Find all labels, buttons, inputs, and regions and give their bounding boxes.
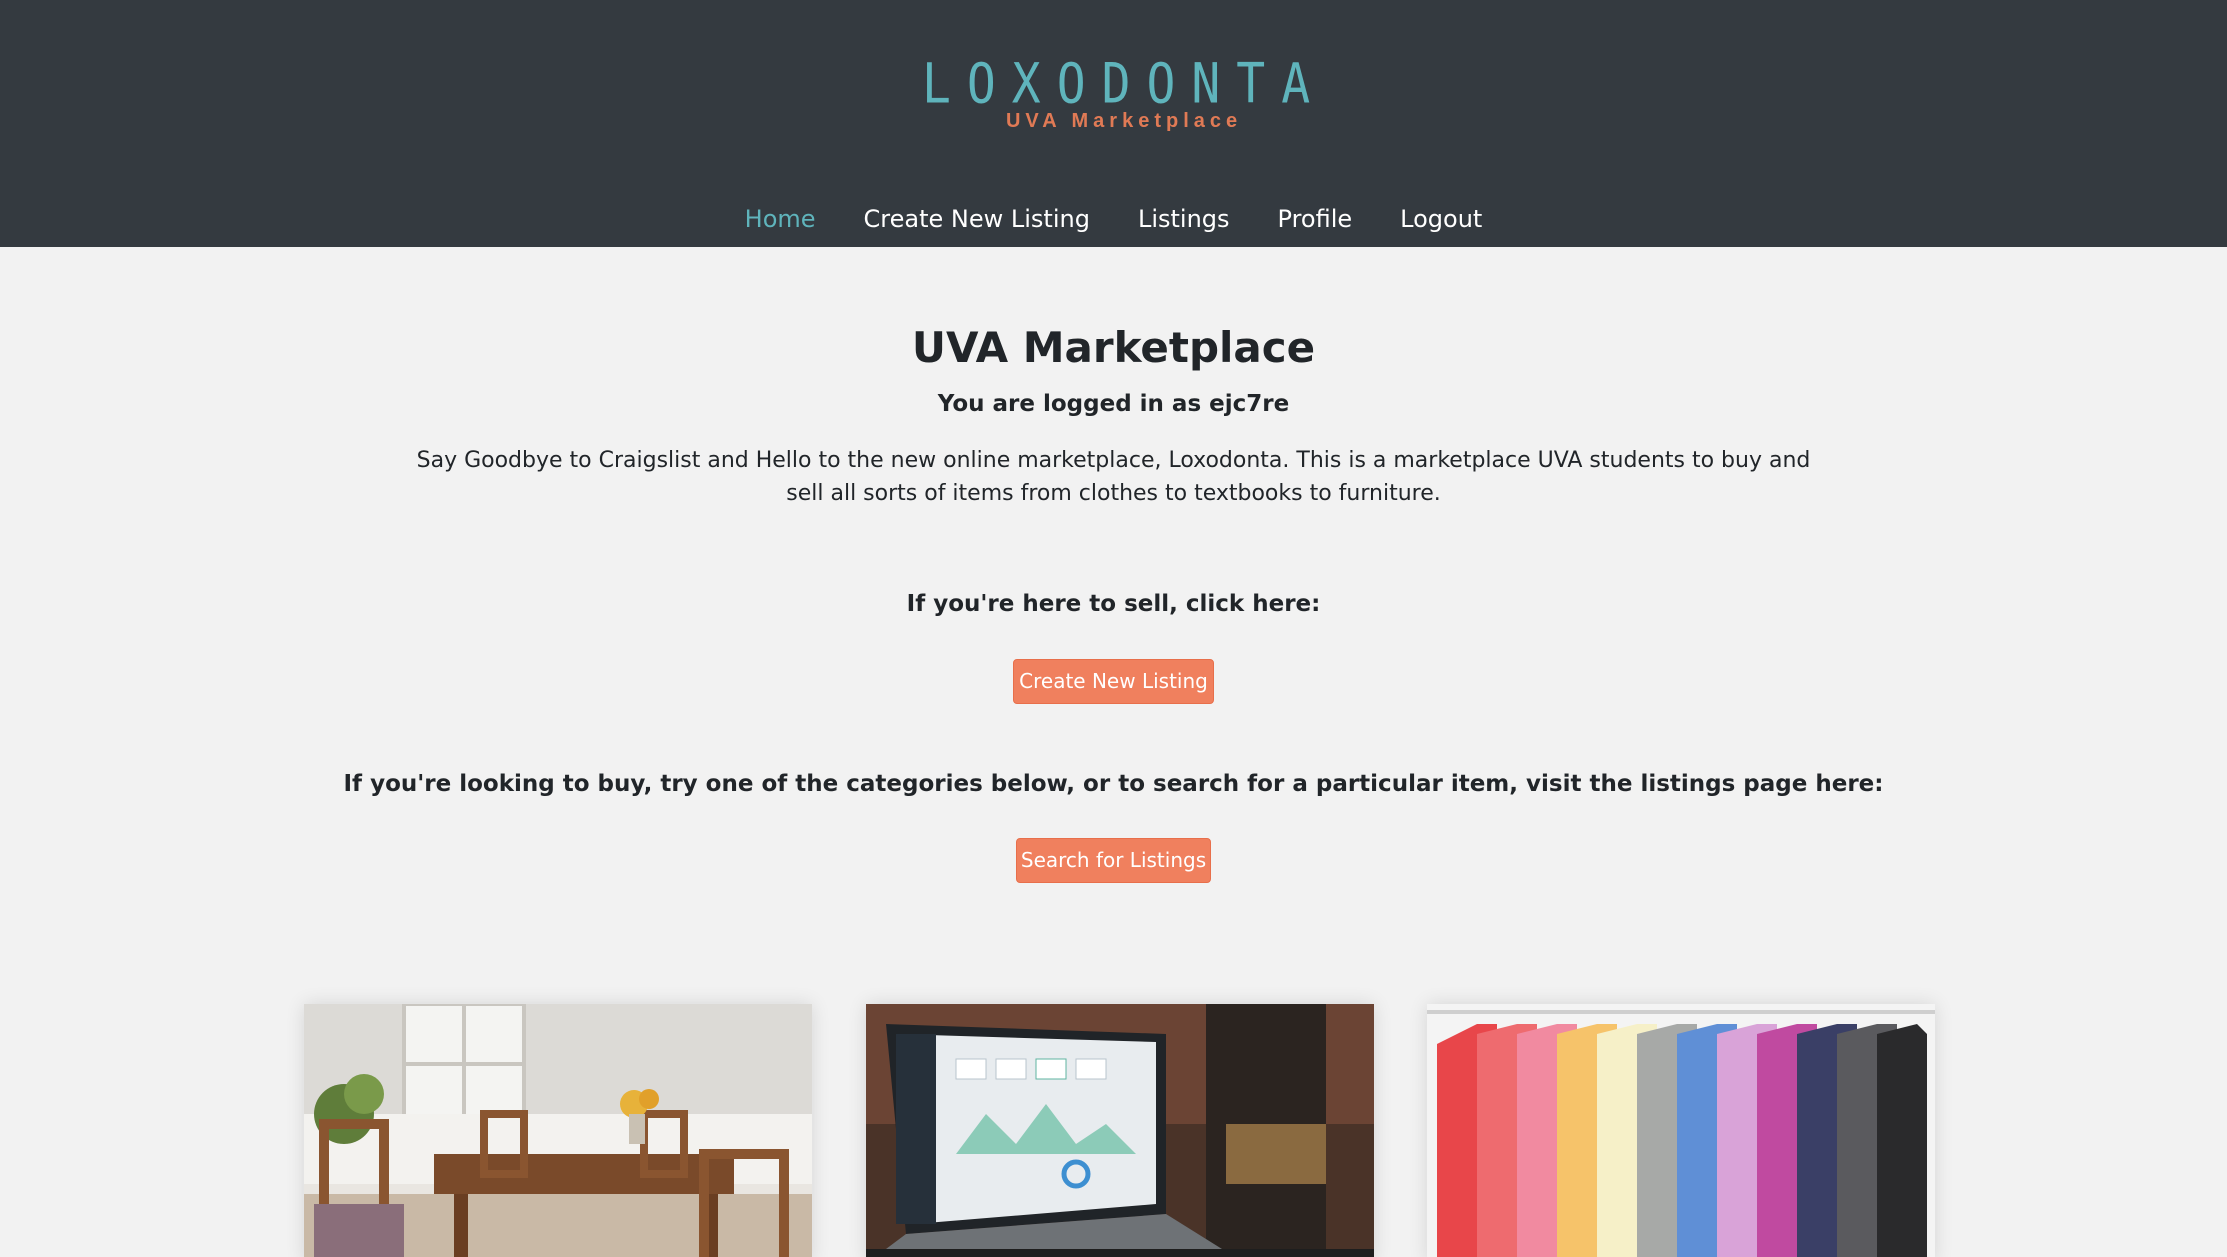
nav-home[interactable]: Home [745,200,816,238]
create-listing-button[interactable]: Create New Listing [1013,659,1214,704]
category-card-furniture[interactable] [304,1004,812,1257]
site-header: LOXODONTA UVA Marketplace Home Create Ne… [0,0,2227,247]
login-status: You are logged in as ejc7re [937,391,1290,417]
nav-profile[interactable]: Profile [1278,200,1353,238]
logo-title: LOXODONTA [922,51,1327,117]
site-logo[interactable]: LOXODONTA UVA Marketplace [920,55,1310,135]
category-card-electronics[interactable] [866,1004,1374,1257]
search-listings-button[interactable]: Search for Listings [1016,838,1211,883]
buy-prompt: If you're looking to buy, try one of the… [343,771,1884,797]
nav-listings[interactable]: Listings [1138,200,1230,238]
page-title: UVA Marketplace [911,323,1316,372]
nav-logout[interactable]: Logout [1400,200,1482,238]
tshirts-image [1427,1004,1935,1257]
category-card-clothing[interactable] [1427,1004,1935,1257]
dining-table-image [304,1004,812,1257]
site-description: Say Goodbye to Craigslist and Hello to t… [416,448,1811,506]
laptop-image [866,1004,1374,1257]
sell-prompt: If you're here to sell, click here: [906,591,1321,617]
main-nav: Home Create New Listing Listings Profile… [0,200,2227,238]
nav-create-new-listing[interactable]: Create New Listing [864,200,1090,238]
